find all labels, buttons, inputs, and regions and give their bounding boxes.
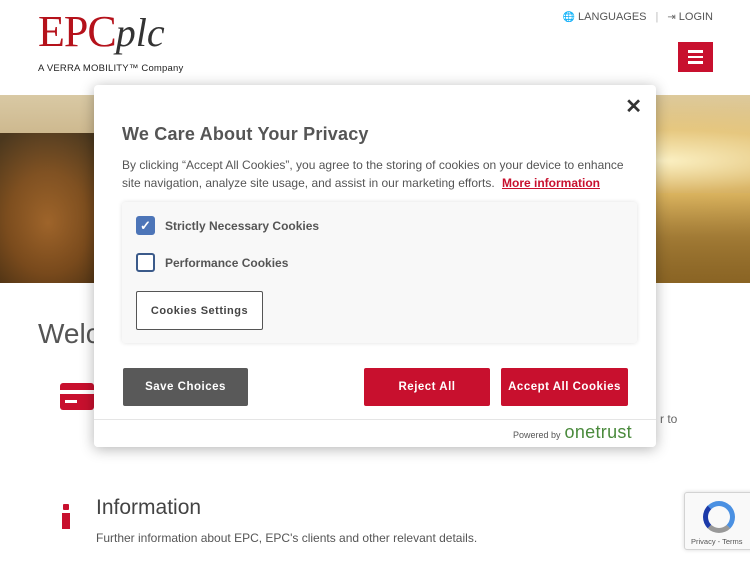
recaptcha-terms[interactable]: Privacy - Terms <box>691 537 743 546</box>
privacy-modal: ✕ We Care About Your Privacy By clicking… <box>94 85 656 447</box>
strictly-necessary-checkbox[interactable]: ✓ <box>136 216 155 235</box>
onetrust-logo: onetrust <box>564 422 632 442</box>
strictly-necessary-row[interactable]: ✓ Strictly Necessary Cookies <box>136 216 319 235</box>
modal-footer: Powered by onetrust <box>94 419 656 447</box>
top-nav: 🌐 LANGUAGES | ⇥ LOGIN <box>563 11 713 23</box>
languages-link[interactable]: 🌐 LANGUAGES <box>563 11 647 23</box>
powered-by-label: Powered by <box>513 430 561 440</box>
login-link[interactable]: ⇥ LOGIN <box>667 11 713 23</box>
recaptcha-badge[interactable]: Privacy - Terms <box>684 492 750 550</box>
performance-row[interactable]: Performance Cookies <box>136 253 288 272</box>
reject-all-button[interactable]: Reject All <box>364 368 490 406</box>
cookies-settings-button[interactable]: Cookies Settings <box>136 291 263 330</box>
performance-label: Performance Cookies <box>165 255 289 270</box>
info-title[interactable]: Information <box>96 496 201 520</box>
credit-card-icon <box>60 383 94 410</box>
info-description: Further information about EPC, EPC's cli… <box>96 531 478 545</box>
welcome-heading: Welc <box>38 318 100 349</box>
save-choices-button[interactable]: Save Choices <box>123 368 248 406</box>
onetrust-link[interactable]: Powered by onetrust <box>513 422 632 443</box>
more-information-link[interactable]: More information <box>502 176 600 190</box>
nav-divider: | <box>655 11 659 23</box>
globe-icon: 🌐 <box>562 11 576 23</box>
epc-logo[interactable]: EPCplc A VERRA MOBILITY™ Company <box>38 7 184 75</box>
strictly-necessary-label: Strictly Necessary Cookies <box>165 218 320 233</box>
hamburger-menu-button[interactable] <box>678 42 713 72</box>
performance-checkbox[interactable] <box>136 253 155 272</box>
modal-title: We Care About Your Privacy <box>122 124 369 144</box>
modal-description: By clicking “Accept All Cookies”, you ag… <box>122 156 637 192</box>
hamburger-icon <box>688 50 703 53</box>
close-icon[interactable]: ✕ <box>625 97 642 117</box>
recaptcha-icon <box>703 501 735 533</box>
logo-text: EPC <box>38 7 117 56</box>
accept-all-button[interactable]: Accept All Cookies <box>501 368 628 406</box>
logo-tagline: A VERRA MOBILITY™ Company <box>38 63 184 74</box>
languages-label: LANGUAGES <box>578 11 647 23</box>
site-header: EPCplc A VERRA MOBILITY™ Company 🌐 LANGU… <box>0 0 750 95</box>
login-icon: ⇥ <box>667 11 676 23</box>
partial-text: r to <box>660 412 678 426</box>
info-icon <box>60 504 72 529</box>
logo-suffix: plc <box>115 10 165 55</box>
login-label: LOGIN <box>678 11 713 23</box>
cookie-preferences: ✓ Strictly Necessary Cookies Performance… <box>122 202 637 343</box>
